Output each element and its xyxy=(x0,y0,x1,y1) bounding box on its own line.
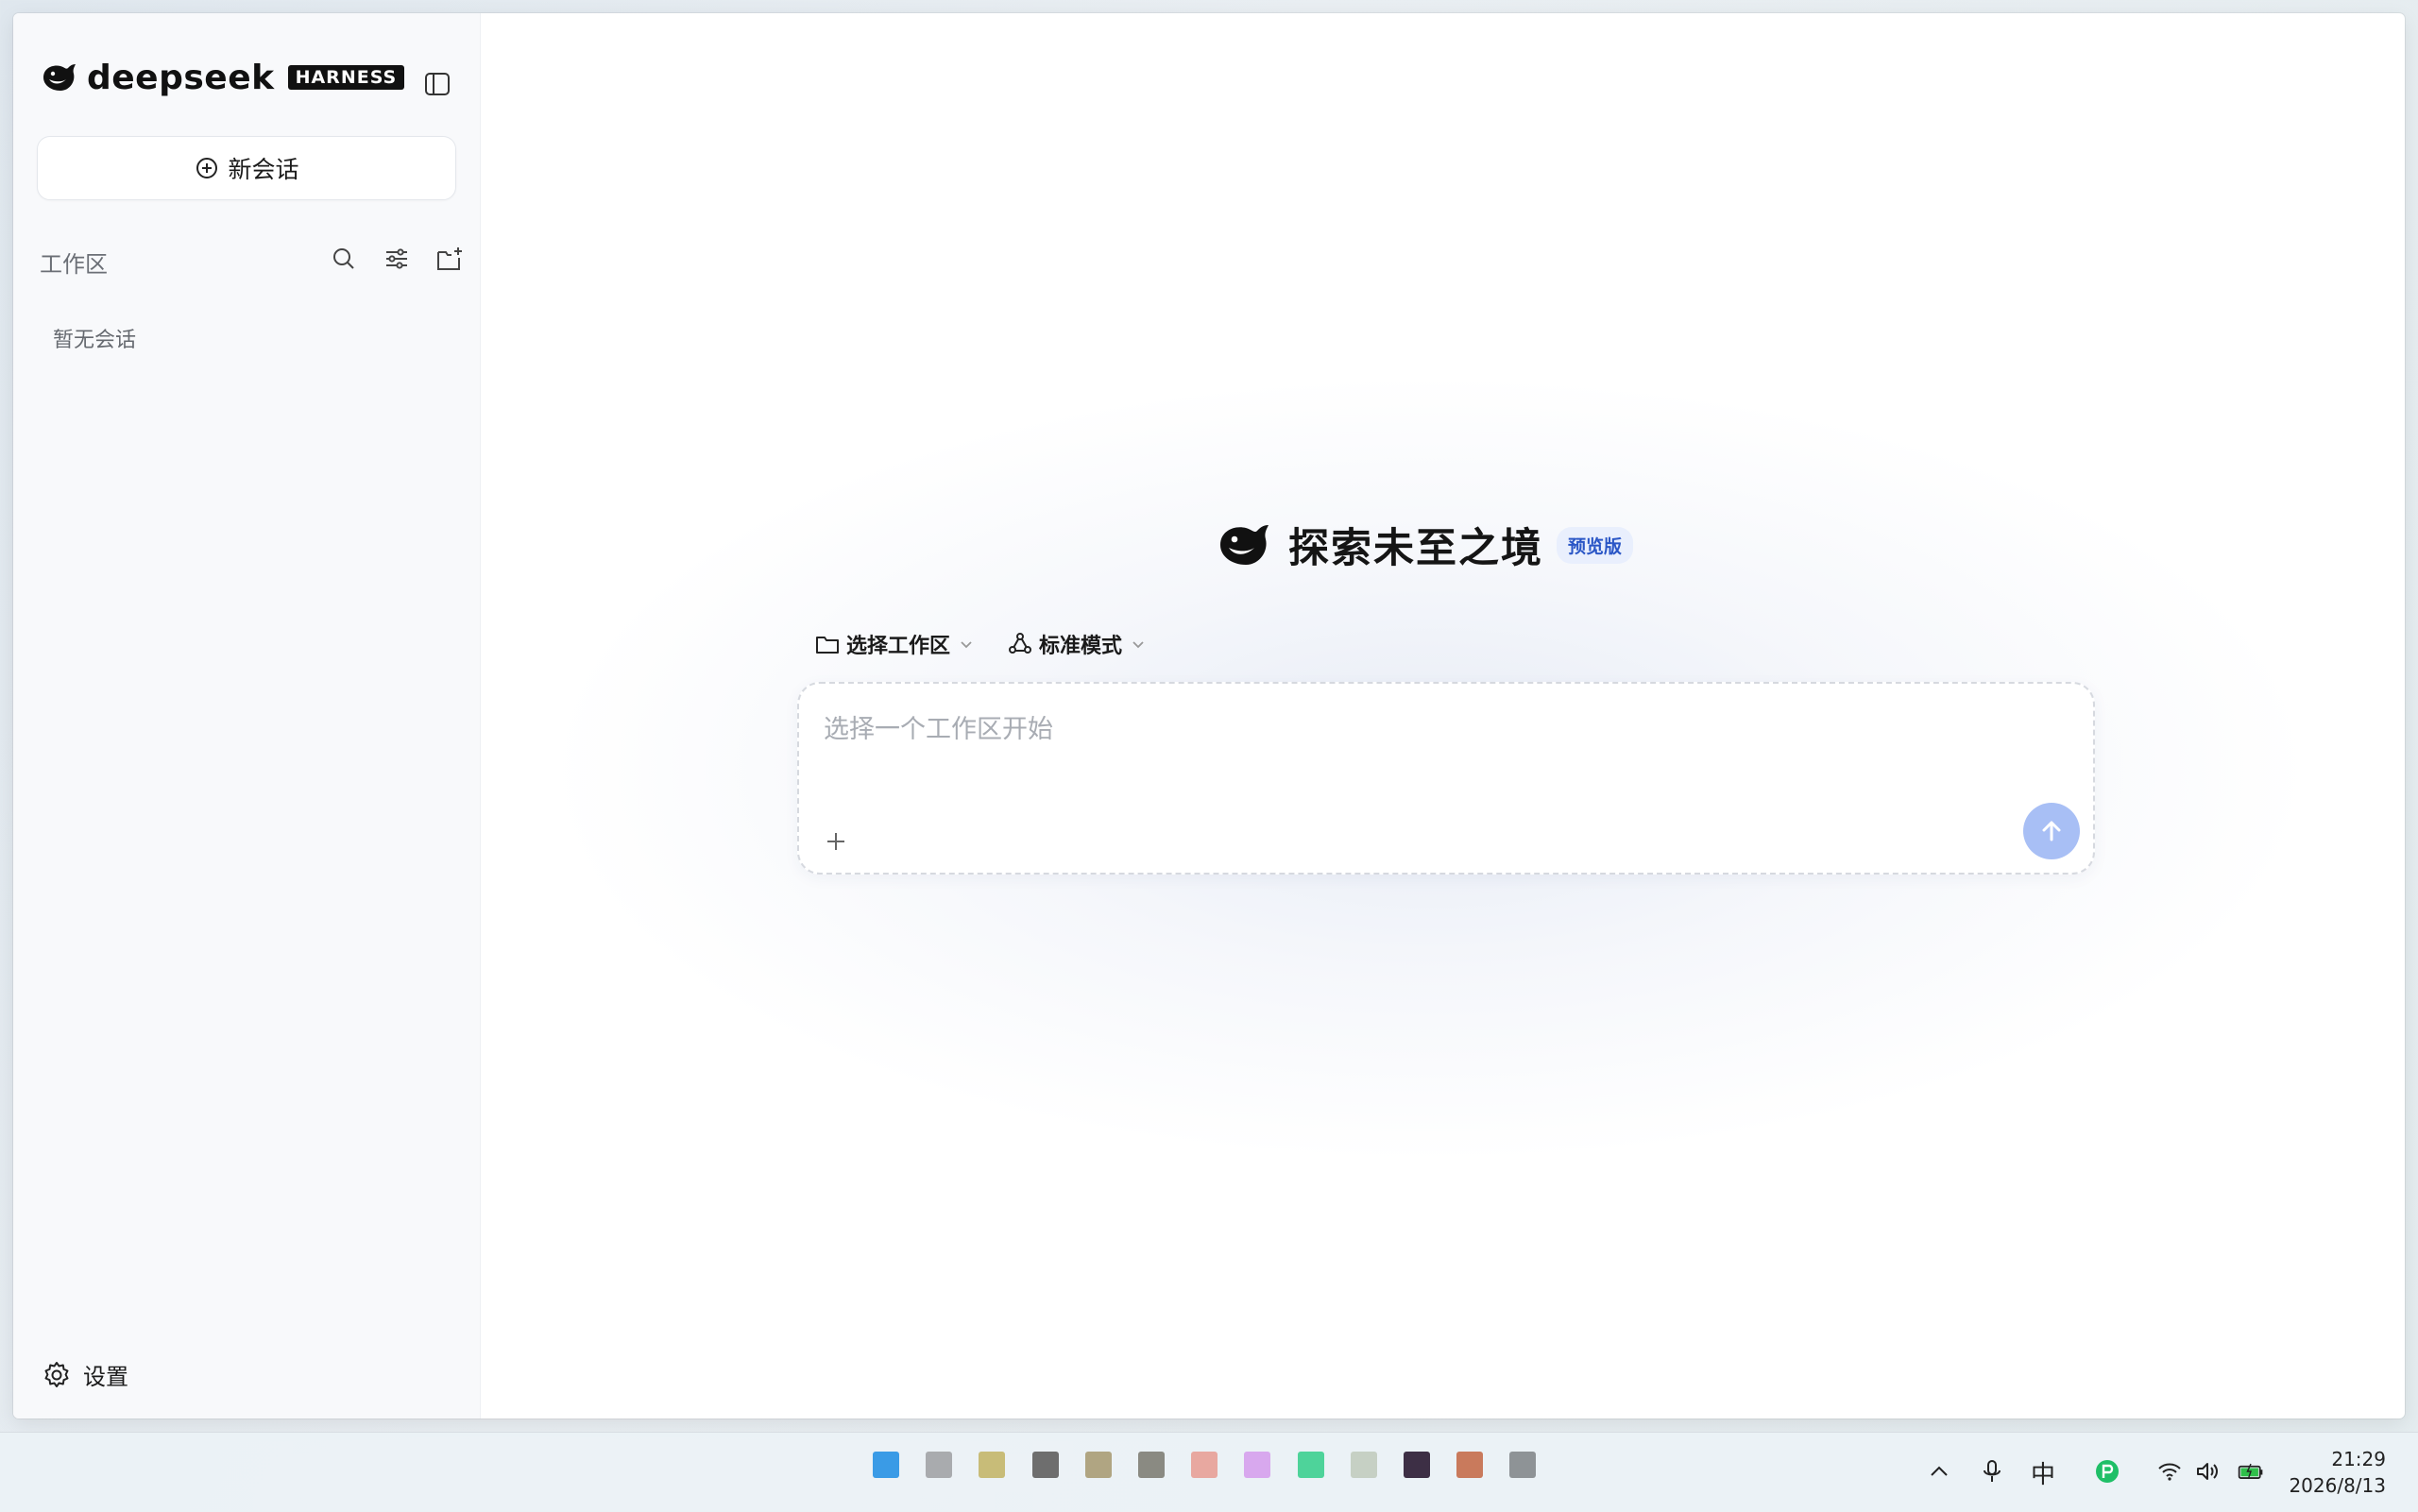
taskbar: 中 21:29 2026/8/13 xyxy=(0,1432,2418,1512)
chevron-down-icon xyxy=(961,641,972,649)
new-chat-button[interactable]: 新会话 xyxy=(37,136,456,200)
taskbar-app-icon[interactable] xyxy=(1298,1452,1324,1478)
workspace-selector-label: 选择工作区 xyxy=(846,635,951,658)
taskbar-app-icon[interactable] xyxy=(1456,1452,1483,1478)
sidebar: deepseek HARNESS 新会话 工作区 暂无会话 设置 xyxy=(13,13,481,1419)
brand-name: deepseek xyxy=(87,58,275,97)
sidebar-toggle-icon[interactable] xyxy=(421,68,453,100)
ime-indicator[interactable]: 中 xyxy=(2031,1455,2055,1490)
search-icon[interactable] xyxy=(329,244,359,274)
arrow-up-icon xyxy=(2042,821,2061,841)
preview-badge: 预览版 xyxy=(1557,526,1634,564)
hero-title: 探索未至之境 xyxy=(1288,525,1543,572)
attach-plus-icon[interactable] xyxy=(820,825,852,858)
clock-date: 2026/8/13 xyxy=(2289,1474,2386,1497)
message-input-placeholder[interactable]: 选择一个工作区开始 xyxy=(824,708,1053,745)
message-composer[interactable]: 选择一个工作区开始 xyxy=(797,682,2095,875)
taskbar-app-icon[interactable] xyxy=(1032,1452,1059,1478)
clock-time: 21:29 xyxy=(2331,1448,2386,1470)
send-button[interactable] xyxy=(2023,803,2080,859)
taskbar-app-icon[interactable] xyxy=(1138,1452,1165,1478)
gear-icon xyxy=(44,1361,69,1387)
app-window: deepseek HARNESS 新会话 工作区 暂无会话 设置 探索未至之境 … xyxy=(13,13,2405,1419)
settings-label: 设置 xyxy=(83,1364,128,1390)
battery-charging-icon[interactable] xyxy=(2237,1457,2265,1486)
taskbar-app-icon[interactable] xyxy=(926,1452,952,1478)
taskbar-app-icon[interactable] xyxy=(1191,1452,1218,1478)
workspace-label: 工作区 xyxy=(40,251,108,278)
green-app-icon[interactable] xyxy=(2093,1457,2121,1486)
taskbar-app-icon[interactable] xyxy=(1085,1452,1112,1478)
volume-icon[interactable] xyxy=(2193,1457,2222,1486)
taskbar-app-icon[interactable] xyxy=(1404,1452,1430,1478)
settings-button[interactable]: 设置 xyxy=(42,1358,128,1391)
deepseek-whale-icon xyxy=(1220,525,1269,565)
new-chat-label: 新会话 xyxy=(228,156,299,183)
add-folder-icon[interactable] xyxy=(434,244,465,274)
chevron-down-icon xyxy=(1132,641,1144,649)
taskbar-app-icon[interactable] xyxy=(1244,1452,1270,1478)
wifi-icon[interactable] xyxy=(2155,1457,2184,1486)
chevron-up-icon[interactable] xyxy=(1925,1457,1953,1486)
taskbar-app-icon[interactable] xyxy=(979,1452,1005,1478)
brand: deepseek HARNESS xyxy=(40,57,405,98)
microphone-icon[interactable] xyxy=(1978,1457,2006,1486)
deepseek-whale-icon xyxy=(43,64,76,91)
taskbar-app-icon[interactable] xyxy=(1351,1452,1377,1478)
filter-icon[interactable] xyxy=(382,244,412,274)
plus-circle-icon xyxy=(196,158,218,178)
workspace-selector[interactable]: 选择工作区 xyxy=(814,629,975,659)
taskbar-app-icon[interactable] xyxy=(873,1452,899,1478)
system-clock[interactable]: 21:29 2026/8/13 xyxy=(2289,1446,2386,1499)
empty-sessions-text: 暂无会话 xyxy=(53,329,137,352)
hero: 探索未至之境 预览版 xyxy=(1215,514,1634,576)
mode-selector-label: 标准模式 xyxy=(1039,635,1123,658)
taskbar-app-icon[interactable] xyxy=(1509,1452,1536,1478)
mode-icon xyxy=(1009,633,1032,654)
composer-selectors: 选择工作区 标准模式 xyxy=(814,629,1179,659)
mode-selector[interactable]: 标准模式 xyxy=(1007,629,1147,659)
brand-badge: HARNESS xyxy=(287,65,405,90)
folder-icon xyxy=(816,637,839,654)
